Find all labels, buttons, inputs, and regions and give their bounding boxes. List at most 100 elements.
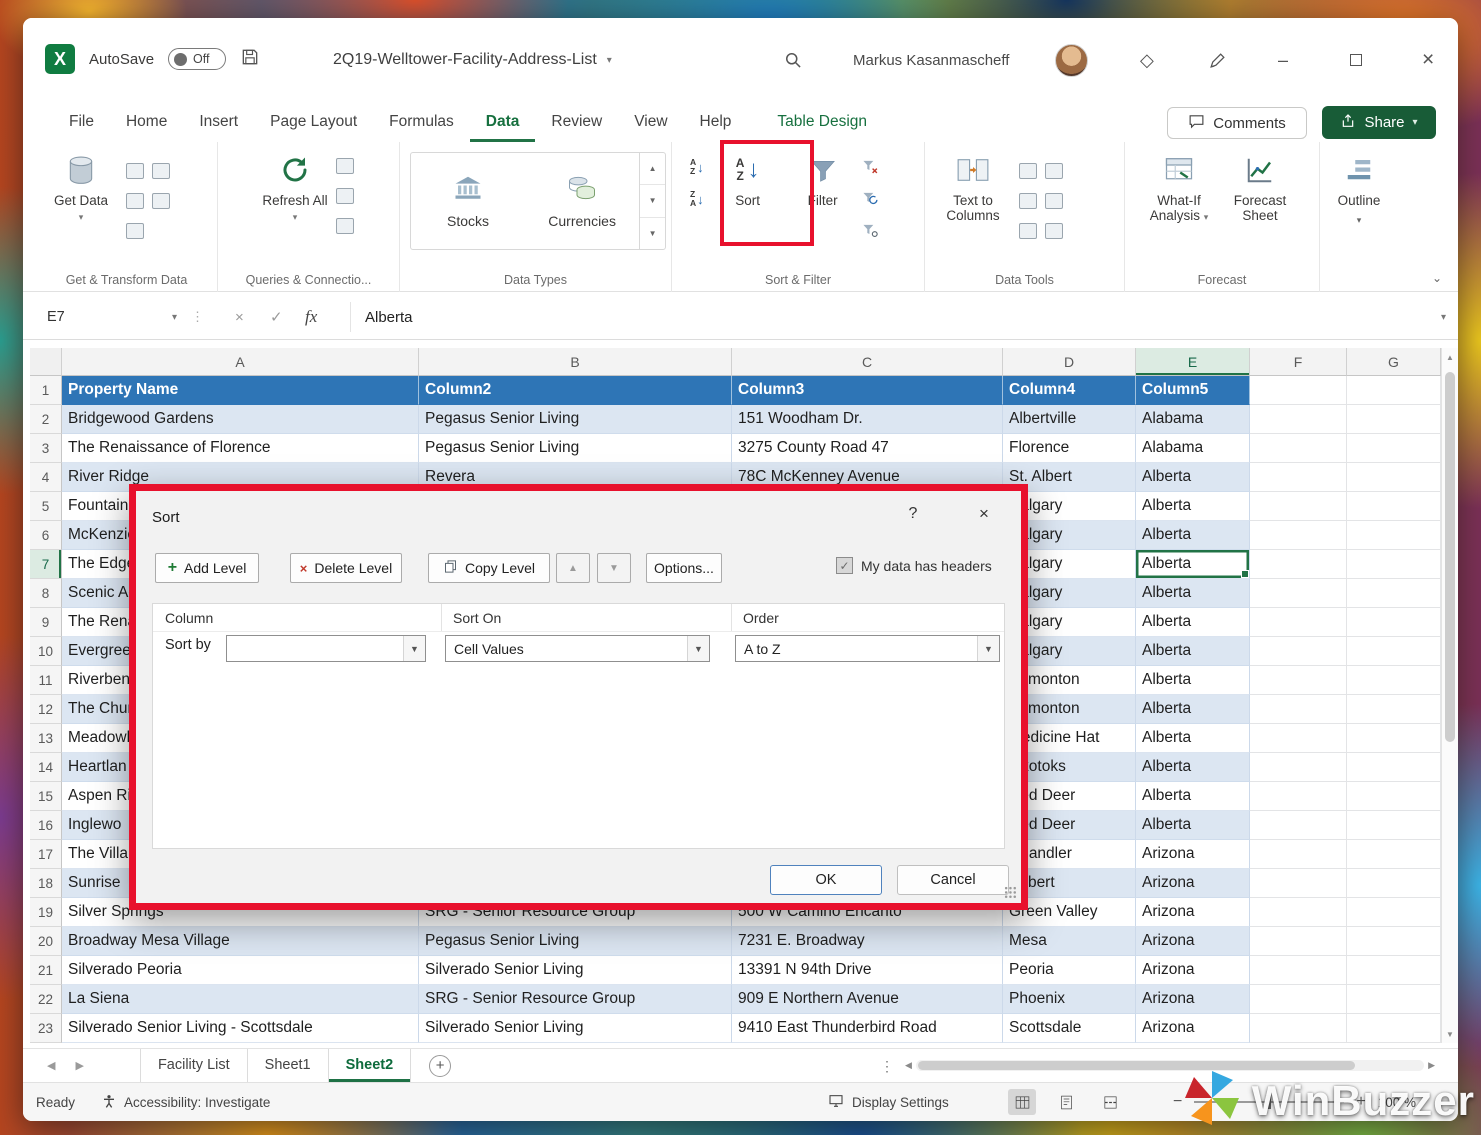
queries-connections-icon[interactable] xyxy=(336,158,354,174)
cell-G8[interactable] xyxy=(1347,579,1441,608)
tab-page-layout[interactable]: Page Layout xyxy=(254,102,373,142)
cancel-entry-icon[interactable]: × xyxy=(235,302,244,332)
tab-insert[interactable]: Insert xyxy=(183,102,254,142)
from-table-range-icon[interactable] xyxy=(126,193,144,209)
cell-F8[interactable] xyxy=(1250,579,1347,608)
cell-D3[interactable]: Florence xyxy=(1003,434,1136,463)
consolidate-icon[interactable] xyxy=(1045,193,1063,209)
new-sheet-button[interactable]: + xyxy=(429,1055,451,1077)
row-header-15[interactable]: 15 xyxy=(30,782,62,811)
tab-table-design[interactable]: Table Design xyxy=(761,102,883,142)
pen-input-icon[interactable] xyxy=(1208,18,1227,102)
cell-B23[interactable]: Silverado Senior Living xyxy=(419,1014,732,1043)
from-text-csv-icon[interactable] xyxy=(126,163,144,179)
cell-F18[interactable] xyxy=(1250,869,1347,898)
row-header-6[interactable]: 6 xyxy=(30,521,62,550)
tab-formulas[interactable]: Formulas xyxy=(373,102,470,142)
remove-duplicates-icon[interactable] xyxy=(1045,163,1063,179)
row-header-5[interactable]: 5 xyxy=(30,492,62,521)
cell-E17[interactable]: Arizona xyxy=(1136,840,1250,869)
cell-A3[interactable]: The Renaissance of Florence xyxy=(62,434,419,463)
get-data-button[interactable]: Get Data ▾ xyxy=(50,142,112,225)
from-web-icon[interactable] xyxy=(152,163,170,179)
tab-help[interactable]: Help xyxy=(684,102,748,142)
cell-F5[interactable] xyxy=(1250,492,1347,521)
sort-z-to-a-icon[interactable]: ZA↓ xyxy=(690,190,704,208)
cell-C2[interactable]: 151 Woodham Dr. xyxy=(732,405,1003,434)
cell-F12[interactable] xyxy=(1250,695,1347,724)
cell-C1[interactable]: Column3 xyxy=(732,376,1003,405)
order-dropdown[interactable]: A to Z ▼ xyxy=(735,635,1000,662)
options-button[interactable]: Options... xyxy=(646,553,722,583)
column-header-F[interactable]: F xyxy=(1250,348,1347,376)
cell-F21[interactable] xyxy=(1250,956,1347,985)
sort-on-dropdown[interactable]: Cell Values ▼ xyxy=(445,635,710,662)
name-box[interactable]: E7 ▾ xyxy=(33,302,185,332)
cell-B22[interactable]: SRG - Senior Resource Group xyxy=(419,985,732,1014)
cell-G21[interactable] xyxy=(1347,956,1441,985)
cell-F20[interactable] xyxy=(1250,927,1347,956)
cell-F15[interactable] xyxy=(1250,782,1347,811)
cell-F11[interactable] xyxy=(1250,666,1347,695)
outline-button[interactable]: Outline ▾ xyxy=(1327,142,1391,228)
gallery-more-icon[interactable]: ▼ xyxy=(640,218,665,249)
cell-B3[interactable]: Pegasus Senior Living xyxy=(419,434,732,463)
cell-B2[interactable]: Pegasus Senior Living xyxy=(419,405,732,434)
tab-review[interactable]: Review xyxy=(535,102,618,142)
sheet-nav-right-icon[interactable]: ▶ xyxy=(75,1059,83,1072)
share-button[interactable]: Share ▾ xyxy=(1322,106,1436,139)
cell-E2[interactable]: Alabama xyxy=(1136,405,1250,434)
row-header-13[interactable]: 13 xyxy=(30,724,62,753)
cell-D22[interactable]: Phoenix xyxy=(1003,985,1136,1014)
flash-fill-icon[interactable] xyxy=(1019,163,1037,179)
column-header-A[interactable]: A xyxy=(62,348,419,376)
cell-F13[interactable] xyxy=(1250,724,1347,753)
column-header-C[interactable]: C xyxy=(732,348,1003,376)
row-header-14[interactable]: 14 xyxy=(30,753,62,782)
clear-filter-icon[interactable] xyxy=(862,158,879,180)
row-header-4[interactable]: 4 xyxy=(30,463,62,492)
insert-function-icon[interactable]: fx xyxy=(305,302,317,332)
cell-G18[interactable] xyxy=(1347,869,1441,898)
cell-G6[interactable] xyxy=(1347,521,1441,550)
cell-C21[interactable]: 13391 N 94th Drive xyxy=(732,956,1003,985)
row-header-18[interactable]: 18 xyxy=(30,869,62,898)
manage-data-model-icon[interactable] xyxy=(1045,223,1063,239)
cell-B1[interactable]: Column2 xyxy=(419,376,732,405)
stocks-button[interactable]: Stocks xyxy=(411,153,525,249)
ok-button[interactable]: OK xyxy=(770,865,882,895)
accessibility-status[interactable]: Accessibility: Investigate xyxy=(101,1093,270,1112)
cell-G2[interactable] xyxy=(1347,405,1441,434)
row-header-16[interactable]: 16 xyxy=(30,811,62,840)
user-name[interactable]: Markus Kasanmascheff xyxy=(853,18,1009,102)
cell-G11[interactable] xyxy=(1347,666,1441,695)
avatar[interactable] xyxy=(1055,18,1088,102)
cell-G12[interactable] xyxy=(1347,695,1441,724)
expand-formula-bar-icon[interactable]: ▾ xyxy=(1441,302,1446,332)
document-title-wrap[interactable]: 2Q19-Welltower-Facility-Address-List ▾ xyxy=(333,18,612,102)
cell-E21[interactable]: Arizona xyxy=(1136,956,1250,985)
comments-button[interactable]: Comments xyxy=(1167,107,1307,139)
workbook-links-icon[interactable] xyxy=(336,218,354,234)
row-header-17[interactable]: 17 xyxy=(30,840,62,869)
column-header-B[interactable]: B xyxy=(419,348,732,376)
cancel-button[interactable]: Cancel xyxy=(897,865,1009,895)
row-header-22[interactable]: 22 xyxy=(30,985,62,1014)
confirm-entry-icon[interactable]: ✓ xyxy=(270,302,283,332)
cell-G17[interactable] xyxy=(1347,840,1441,869)
dialog-close-icon[interactable]: × xyxy=(962,497,1006,531)
row-header-23[interactable]: 23 xyxy=(30,1014,62,1043)
cell-C20[interactable]: 7231 E. Broadway xyxy=(732,927,1003,956)
cell-E15[interactable]: Alberta xyxy=(1136,782,1250,811)
cell-E12[interactable]: Alberta xyxy=(1136,695,1250,724)
cell-B20[interactable]: Pegasus Senior Living xyxy=(419,927,732,956)
row-header-2[interactable]: 2 xyxy=(30,405,62,434)
move-level-up-button[interactable]: ▲ xyxy=(556,553,590,583)
cell-D1[interactable]: Column4 xyxy=(1003,376,1136,405)
headers-checkbox-icon[interactable]: ✓ xyxy=(836,557,853,574)
cell-G23[interactable] xyxy=(1347,1014,1441,1043)
cell-A21[interactable]: Silverado Peoria xyxy=(62,956,419,985)
cell-G19[interactable] xyxy=(1347,898,1441,927)
row-header-12[interactable]: 12 xyxy=(30,695,62,724)
cell-D23[interactable]: Scottsdale xyxy=(1003,1014,1136,1043)
